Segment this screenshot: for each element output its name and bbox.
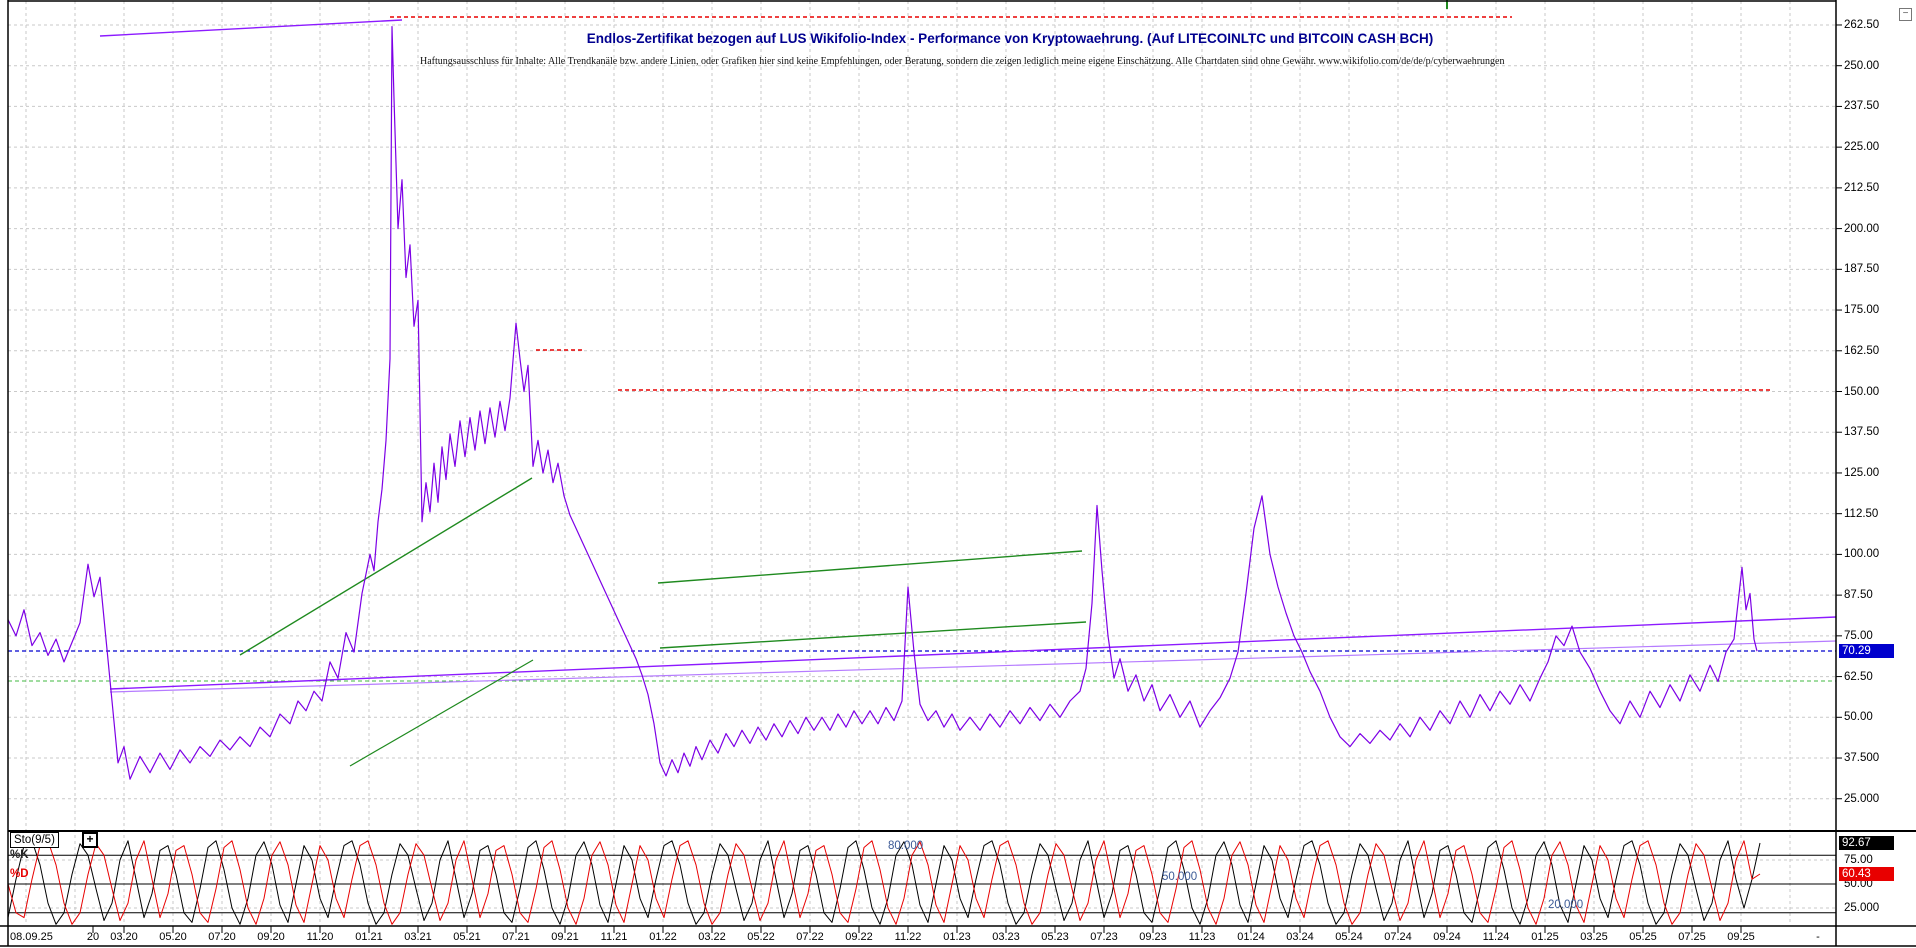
date-axis-label: 05.21 <box>453 930 481 944</box>
trendline-overlay <box>660 622 1086 648</box>
date-axis-label: 01.25 <box>1531 930 1559 944</box>
date-axis-label: 09.25 <box>1727 930 1755 944</box>
price-axis-label: 212.50 <box>1844 181 1879 195</box>
date-axis-label: 20 <box>87 930 99 944</box>
price-axis-label: 262.50 <box>1844 18 1879 32</box>
date-axis-label: 11.21 <box>601 930 628 944</box>
date-axis-label: 09.20 <box>257 930 285 944</box>
price-axis-label: 112.50 <box>1844 507 1878 521</box>
date-axis-label: 05.20 <box>159 930 187 944</box>
date-axis-label: 05.24 <box>1335 930 1363 944</box>
price-axis-label: 37.500 <box>1844 751 1879 765</box>
date-axis-label: 07.24 <box>1384 930 1412 944</box>
price-axis-label: 200.00 <box>1844 222 1879 236</box>
indicator-level-50-label: 50.000 <box>1162 871 1197 883</box>
date-axis-label: 09.24 <box>1433 930 1461 944</box>
date-axis-label: 08.09.25 <box>10 930 53 944</box>
date-axis-label: 07.21 <box>502 930 530 944</box>
indicator-axis-label: 75.00 <box>1844 853 1873 867</box>
price-axis-label: 225.00 <box>1844 140 1879 154</box>
indicator-level-20-label: 20.000 <box>1548 899 1583 911</box>
price-axis-label: 62.50 <box>1844 670 1873 684</box>
date-axis-label: 03.24 <box>1286 930 1314 944</box>
price-chart-canvas[interactable] <box>0 0 1916 948</box>
date-axis-label: 09.22 <box>845 930 873 944</box>
indicator-level-80-label: 80.000 <box>888 840 923 852</box>
price-axis-label: 150.00 <box>1844 385 1879 399</box>
trendline-overlay <box>350 660 533 766</box>
date-axis-label: 03.20 <box>110 930 138 944</box>
chart-title: Endlos-Zertifikat bezogen auf LUS Wikifo… <box>420 31 1600 46</box>
date-axis-label: 07.25 <box>1678 930 1706 944</box>
date-axis-label: 01.23 <box>943 930 971 944</box>
k-value-marker: 92.67 <box>1839 836 1894 850</box>
d-value-marker: 60.43 <box>1839 867 1894 881</box>
k-line-label: %K <box>10 849 29 861</box>
date-axis-label: 03.25 <box>1580 930 1608 944</box>
date-axis-label: 05.25 <box>1629 930 1657 944</box>
price-axis-label: 87.50 <box>1844 588 1873 602</box>
trendline-overlay <box>240 478 532 655</box>
date-axis-label: 03.21 <box>404 930 432 944</box>
date-axis-label: 07.20 <box>208 930 236 944</box>
date-axis-label: 11.23 <box>1189 930 1216 944</box>
date-axis-label: 09.23 <box>1139 930 1167 944</box>
date-axis-label: 07.23 <box>1090 930 1118 944</box>
price-line <box>8 27 1757 780</box>
price-axis-label: 137.50 <box>1844 425 1879 439</box>
price-axis-label: 100.00 <box>1844 547 1879 561</box>
price-axis-label: 162.50 <box>1844 344 1879 358</box>
price-axis-label: 187.50 <box>1844 262 1879 276</box>
price-axis-label: 125.00 <box>1844 466 1879 480</box>
d-line-label: %D <box>10 868 29 880</box>
price-axis-label: 50.00 <box>1844 710 1873 724</box>
indicator-name-button[interactable]: Sto(9/5) <box>10 832 59 848</box>
date-axis-label: 05.22 <box>747 930 775 944</box>
date-axis-label: 11.24 <box>1483 930 1510 944</box>
date-axis-label: 01.21 <box>355 930 383 944</box>
price-axis-label: 250.00 <box>1844 59 1879 73</box>
current-price-marker: 70.29 <box>1839 644 1894 658</box>
date-axis-label: 11.20 <box>307 930 334 944</box>
chart-window: Endlos-Zertifikat bezogen auf LUS Wikifo… <box>0 0 1916 948</box>
date-axis-label: 01.22 <box>649 930 677 944</box>
trendline-overlay <box>110 641 1836 692</box>
date-axis-label: 11.22 <box>895 930 922 944</box>
add-indicator-button[interactable]: + <box>82 832 98 848</box>
indicator-axis-label: 25.000 <box>1844 901 1879 915</box>
date-axis-label: 03.23 <box>992 930 1020 944</box>
date-axis-label: 05.23 <box>1041 930 1069 944</box>
date-axis-label: 01.24 <box>1237 930 1265 944</box>
date-axis-label: 09.21 <box>551 930 579 944</box>
date-axis-label: 03.22 <box>698 930 726 944</box>
date-axis-label: 07.22 <box>796 930 824 944</box>
price-axis-label: 25.000 <box>1844 792 1879 806</box>
trendline-overlay <box>658 551 1082 583</box>
price-axis-label: 237.50 <box>1844 99 1879 113</box>
price-axis-label: 75.00 <box>1844 629 1873 643</box>
price-axis-label: 175.00 <box>1844 303 1879 317</box>
date-axis-label: - <box>1816 930 1820 944</box>
chart-disclaimer: Haftungsausschluss für Inhalte: Alle Tre… <box>420 56 1600 67</box>
trendline-overlay <box>100 20 402 36</box>
minimize-icon[interactable]: − <box>1899 8 1912 21</box>
